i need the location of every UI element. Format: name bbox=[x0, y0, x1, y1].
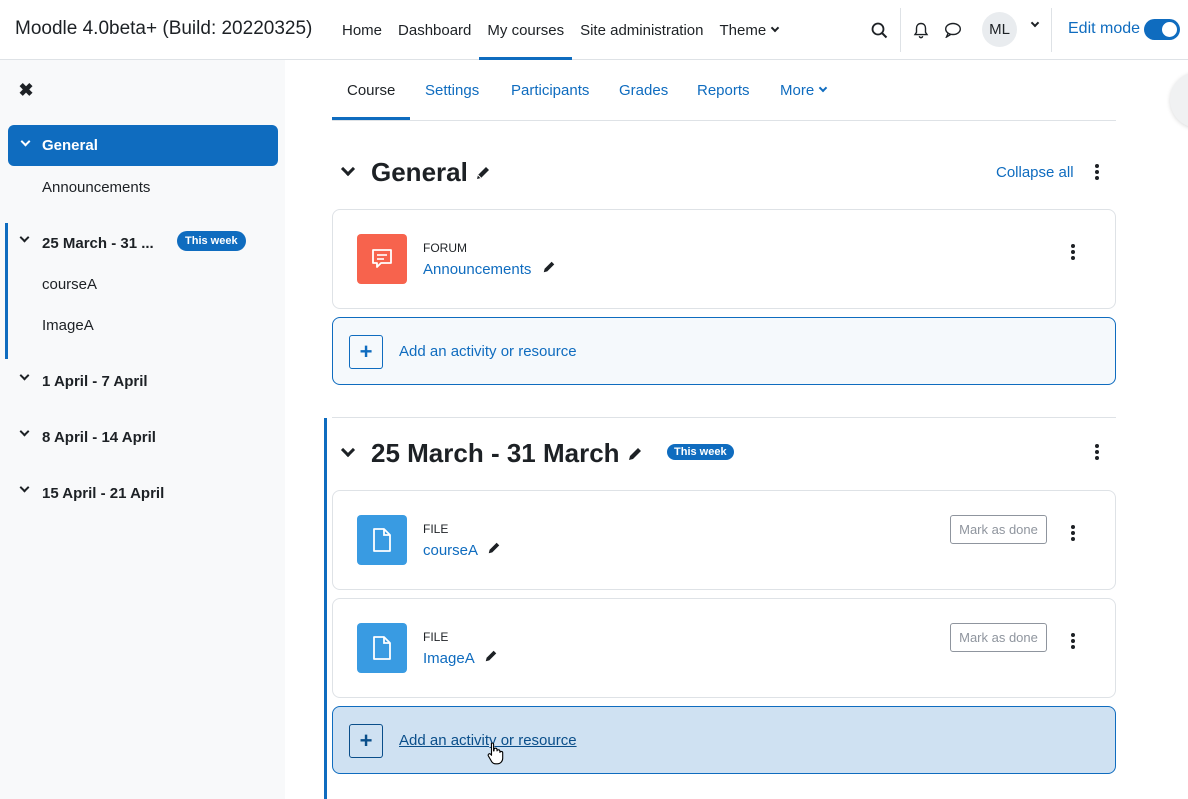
activity-name-row: Announcements bbox=[423, 260, 556, 278]
notifications-bell-icon[interactable] bbox=[907, 16, 935, 44]
primary-navigation: Home Dashboard My courses Site administr… bbox=[334, 0, 786, 60]
section-actions-kebab-icon[interactable] bbox=[1089, 162, 1105, 182]
activity-card-imagea: FILE ImageA Mark as done bbox=[332, 598, 1116, 698]
current-week-indicator bbox=[5, 223, 8, 359]
user-avatar[interactable]: ML bbox=[982, 12, 1017, 47]
section-title-general: General bbox=[371, 157, 491, 188]
chevron-down-icon bbox=[818, 83, 828, 93]
search-icon[interactable] bbox=[865, 16, 893, 44]
collapse-section-chevron-icon[interactable] bbox=[340, 442, 356, 458]
drawer-section-week-1[interactable]: 25 March - 31 ... bbox=[42, 235, 154, 252]
activity-link-coursea[interactable]: courseA bbox=[423, 542, 477, 559]
this-week-badge: This week bbox=[667, 444, 734, 460]
drawer-section-week-3[interactable]: 8 April - 14 April bbox=[42, 429, 156, 446]
hand-cursor-icon bbox=[486, 741, 506, 765]
nav-theme[interactable]: Theme bbox=[712, 0, 787, 60]
activity-type-label: FILE bbox=[423, 522, 449, 536]
edit-mode-toggle[interactable] bbox=[1144, 19, 1180, 40]
plus-icon[interactable]: + bbox=[349, 335, 383, 369]
drawer-item-imagea[interactable]: ImageA bbox=[42, 317, 94, 334]
chevron-down-icon[interactable] bbox=[19, 482, 30, 493]
add-activity-label[interactable]: Add an activity or resource bbox=[399, 343, 577, 360]
nav-my-courses[interactable]: My courses bbox=[479, 0, 572, 60]
drawer-section-week-4[interactable]: 15 April - 21 April bbox=[42, 485, 164, 502]
tab-more-label: More bbox=[780, 81, 815, 99]
drawer-item-announcements[interactable]: Announcements bbox=[42, 179, 150, 196]
edit-mode-label[interactable]: Edit mode bbox=[1068, 20, 1140, 38]
drawer-section-label: General bbox=[42, 137, 98, 154]
activity-type-label: FILE bbox=[423, 630, 449, 644]
tab-more[interactable]: More bbox=[780, 60, 828, 120]
edit-pencil-icon[interactable] bbox=[542, 260, 556, 278]
section-title-text: 25 March - 31 March bbox=[371, 438, 620, 468]
section-title-week-1: 25 March - 31 March bbox=[371, 438, 643, 469]
activity-card-coursea: FILE courseA Mark as done bbox=[332, 490, 1116, 590]
activity-link-imagea[interactable]: ImageA bbox=[423, 650, 474, 667]
section-title-text: General bbox=[371, 157, 468, 187]
section-actions-kebab-icon[interactable] bbox=[1089, 442, 1105, 462]
close-drawer-icon[interactable]: ✖ bbox=[16, 80, 36, 100]
tab-participants[interactable]: Participants bbox=[511, 60, 589, 120]
tab-grades[interactable]: Grades bbox=[619, 60, 668, 120]
forum-icon bbox=[357, 234, 407, 284]
nav-theme-label: Theme bbox=[719, 21, 767, 39]
activity-actions-kebab-icon[interactable] bbox=[1065, 523, 1081, 543]
navbar-divider bbox=[1051, 8, 1052, 52]
activity-name-row: ImageA bbox=[423, 649, 498, 667]
navbar-divider bbox=[900, 8, 901, 52]
activity-card-announcements: FORUM Announcements bbox=[332, 209, 1116, 309]
secondary-navigation: Course Settings Participants Grades Repo… bbox=[332, 60, 1116, 121]
edit-pencil-icon[interactable] bbox=[627, 438, 643, 469]
drawer-section-week-2[interactable]: 1 April - 7 April bbox=[42, 373, 148, 390]
current-section-indicator bbox=[324, 418, 327, 799]
collapse-section-chevron-icon[interactable] bbox=[340, 161, 356, 177]
section-divider bbox=[332, 417, 1116, 418]
drawer-section-general[interactable]: General bbox=[8, 125, 278, 166]
user-menu-chevron-down-icon[interactable] bbox=[1030, 18, 1040, 28]
chevron-down-icon[interactable] bbox=[19, 370, 30, 381]
drawer-item-coursea[interactable]: courseA bbox=[42, 276, 97, 293]
chevron-down-icon[interactable] bbox=[20, 136, 31, 147]
nav-site-administration[interactable]: Site administration bbox=[572, 0, 711, 60]
collapse-all-link[interactable]: Collapse all bbox=[996, 164, 1074, 181]
nav-home[interactable]: Home bbox=[334, 0, 390, 60]
mark-as-done-button[interactable]: Mark as done bbox=[950, 515, 1047, 544]
add-activity-box[interactable]: + Add an activity or resource bbox=[332, 317, 1116, 385]
chevron-down-icon[interactable] bbox=[19, 232, 30, 243]
block-drawer-toggle[interactable] bbox=[1170, 72, 1188, 128]
top-navbar: Moodle 4.0beta+ (Build: 20220325) Home D… bbox=[0, 0, 1188, 60]
tab-reports[interactable]: Reports bbox=[697, 60, 750, 120]
site-brand[interactable]: Moodle 4.0beta+ (Build: 20220325) bbox=[15, 18, 312, 40]
activity-name-row: courseA bbox=[423, 541, 501, 559]
file-icon bbox=[357, 515, 407, 565]
mark-as-done-button[interactable]: Mark as done bbox=[950, 623, 1047, 652]
drawer-section-label: 25 March - 31 ... bbox=[42, 235, 154, 252]
chevron-down-icon[interactable] bbox=[19, 426, 30, 437]
this-week-badge: This week bbox=[177, 231, 246, 251]
tab-course[interactable]: Course bbox=[332, 60, 411, 120]
add-activity-box[interactable]: + Add an activity or resource bbox=[332, 706, 1116, 774]
course-index-drawer: ✖ General Announcements 25 March - 31 ..… bbox=[0, 60, 285, 799]
activity-type-label: FORUM bbox=[423, 241, 467, 255]
file-icon bbox=[357, 623, 407, 673]
activity-link-announcements[interactable]: Announcements bbox=[423, 261, 531, 278]
chevron-down-icon bbox=[770, 23, 780, 33]
edit-pencil-icon[interactable] bbox=[487, 541, 501, 559]
edit-pencil-icon[interactable] bbox=[484, 649, 498, 667]
messages-chat-icon[interactable] bbox=[939, 16, 967, 44]
edit-pencil-icon[interactable] bbox=[475, 157, 491, 188]
activity-actions-kebab-icon[interactable] bbox=[1065, 242, 1081, 262]
plus-icon[interactable]: + bbox=[349, 724, 383, 758]
tab-settings[interactable]: Settings bbox=[425, 60, 479, 120]
nav-dashboard[interactable]: Dashboard bbox=[390, 0, 479, 60]
activity-actions-kebab-icon[interactable] bbox=[1065, 631, 1081, 651]
